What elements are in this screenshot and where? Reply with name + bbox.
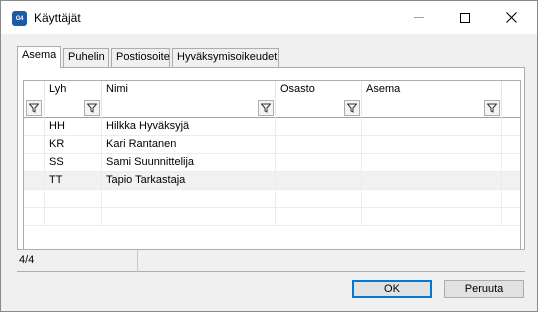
column-header-lyh[interactable]: Lyh (45, 81, 102, 98)
users-dialog: G4 Käyttäjät Asema Puhelin Postiosoite H… (0, 0, 538, 312)
cell-osasto[interactable] (276, 154, 362, 172)
row-indicator (24, 154, 45, 172)
status-divider (137, 250, 138, 272)
maximize-button[interactable] (442, 1, 488, 34)
maximize-icon (460, 12, 470, 23)
cell-nimi[interactable]: Hilkka Hyväksyjä (102, 118, 276, 136)
tab-hyvaksymisoikeudet[interactable]: Hyväksymisoikeudet (172, 48, 279, 67)
row-filter-button[interactable] (26, 100, 42, 116)
cell-lyh[interactable]: KR (45, 136, 102, 154)
empty-cell (45, 208, 102, 226)
cell-osasto[interactable] (276, 172, 362, 190)
filter-button-osasto[interactable] (344, 100, 360, 116)
users-grid[interactable]: Lyh Nimi Osasto Asema HH Hilkka Hyväksyj… (23, 80, 521, 256)
app-logo-text: G4 (15, 15, 24, 22)
table-row[interactable]: SS Sami Suunnittelija (24, 154, 520, 172)
table-row[interactable]: HH Hilkka Hyväksyjä (24, 118, 520, 136)
filter-cell-lyh[interactable] (45, 98, 102, 118)
table-row-selected[interactable]: TT Tapio Tarkastaja (24, 172, 520, 190)
tab-puhelin[interactable]: Puhelin (63, 48, 109, 67)
cell-osasto[interactable] (276, 118, 362, 136)
cell-lyh[interactable]: SS (45, 154, 102, 172)
minimize-button[interactable] (396, 1, 442, 34)
cell-asema[interactable] (362, 118, 502, 136)
empty-row (24, 208, 520, 226)
table-row[interactable]: KR Kari Rantanen (24, 136, 520, 154)
cell-asema[interactable] (362, 136, 502, 154)
cell-nimi[interactable]: Sami Suunnittelija (102, 154, 276, 172)
filter-cell-indicator (24, 98, 45, 118)
cancel-button[interactable]: Peruuta (444, 280, 524, 298)
row-indicator (24, 136, 45, 154)
window-title: Käyttäjät (34, 11, 81, 25)
row-indicator (24, 118, 45, 136)
empty-row (24, 190, 520, 208)
filter-button-asema[interactable] (484, 100, 500, 116)
row-indicator (24, 190, 45, 208)
empty-cell (102, 208, 276, 226)
empty-cell (45, 190, 102, 208)
tab-postiosoite[interactable]: Postiosoite (111, 48, 170, 67)
minimize-icon (414, 17, 424, 18)
empty-cell (276, 190, 362, 208)
row-indicator-header (24, 81, 45, 98)
close-icon (505, 12, 517, 23)
column-header-asema[interactable]: Asema (362, 81, 502, 98)
cell-asema[interactable] (362, 154, 502, 172)
cell-lyh[interactable]: TT (45, 172, 102, 190)
tab-asema[interactable]: Asema (17, 46, 61, 68)
funnel-icon (487, 103, 497, 113)
empty-cell (276, 208, 362, 226)
empty-cell (362, 208, 502, 226)
close-button[interactable] (488, 1, 534, 34)
app-logo-icon: G4 (12, 11, 27, 26)
column-header-osasto[interactable]: Osasto (276, 81, 362, 98)
filter-button-lyh[interactable] (84, 100, 100, 116)
funnel-icon (261, 103, 271, 113)
funnel-icon (29, 103, 39, 113)
empty-cell (362, 190, 502, 208)
filter-button-nimi[interactable] (258, 100, 274, 116)
record-count: 4/4 (19, 254, 35, 266)
funnel-icon (347, 103, 357, 113)
cell-nimi[interactable]: Kari Rantanen (102, 136, 276, 154)
ok-button[interactable]: OK (352, 280, 432, 298)
title-bar[interactable]: G4 Käyttäjät (1, 1, 537, 34)
tab-panel: Lyh Nimi Osasto Asema HH Hilkka Hyväksyj… (17, 67, 525, 272)
filter-cell-asema[interactable] (362, 98, 502, 118)
grid-header: Lyh Nimi Osasto Asema (24, 81, 520, 98)
empty-cell (102, 190, 276, 208)
cell-asema[interactable] (362, 172, 502, 190)
filter-cell-osasto[interactable] (276, 98, 362, 118)
row-indicator (24, 172, 45, 190)
row-indicator (24, 208, 45, 226)
status-bar: 4/4 (17, 249, 525, 272)
filter-cell-nimi[interactable] (102, 98, 276, 118)
cell-osasto[interactable] (276, 136, 362, 154)
funnel-icon (87, 103, 97, 113)
filter-row (24, 98, 520, 118)
column-header-nimi[interactable]: Nimi (102, 81, 276, 98)
cell-lyh[interactable]: HH (45, 118, 102, 136)
cell-nimi[interactable]: Tapio Tarkastaja (102, 172, 276, 190)
